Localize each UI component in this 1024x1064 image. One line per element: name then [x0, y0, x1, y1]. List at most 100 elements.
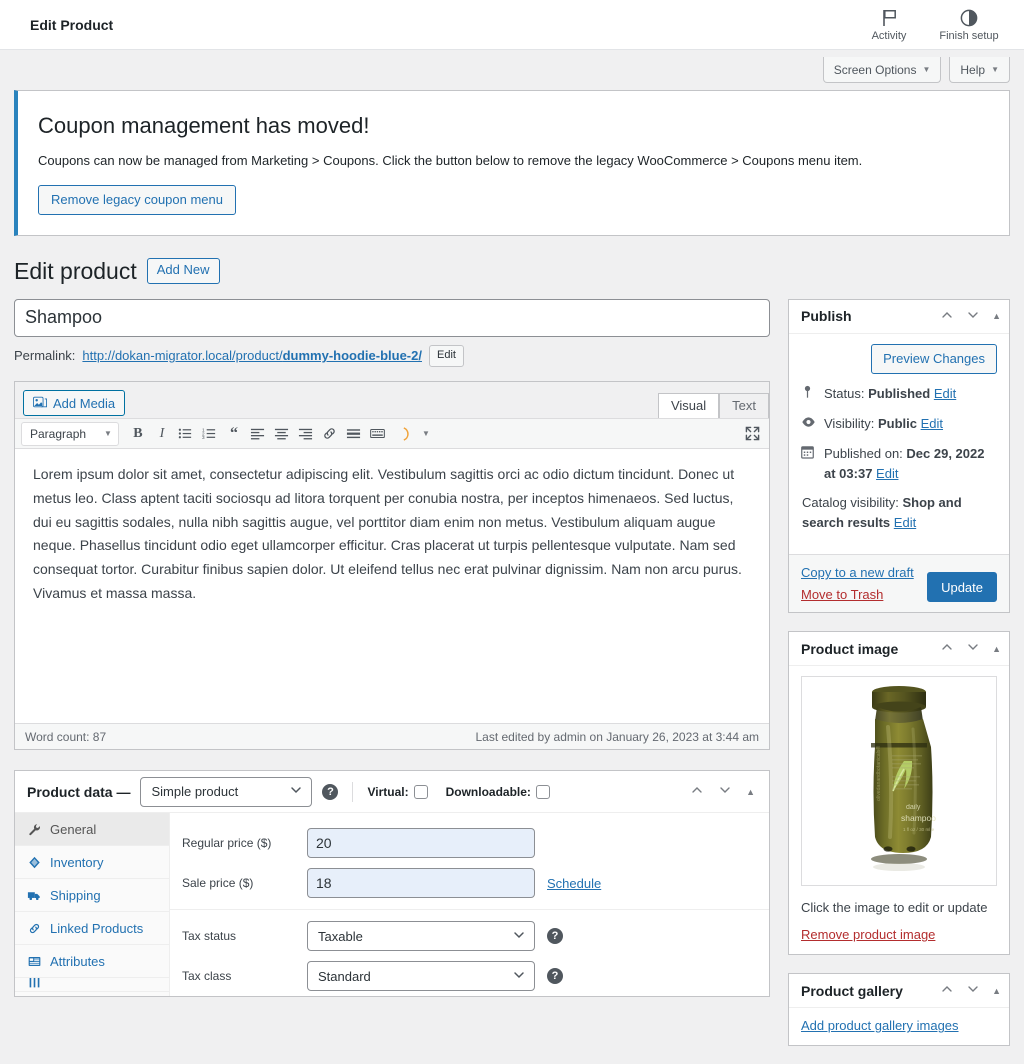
align-left-icon[interactable]	[247, 423, 269, 445]
collapse-panel-icon[interactable]: ▲	[992, 986, 1001, 996]
product-image-heading: Product image	[801, 641, 898, 657]
publish-action-links: Copy to a new draft Move to Trash	[801, 565, 914, 602]
sidebar-column: Publish ▲ Preview Changes	[788, 299, 1010, 1064]
downloadable-checkbox-row[interactable]: Downloadable:	[446, 785, 550, 799]
italic-icon[interactable]: I	[151, 423, 173, 445]
published-edit-link[interactable]: Edit	[876, 466, 898, 481]
virtual-label: Virtual:	[367, 785, 408, 799]
move-down-icon[interactable]	[966, 308, 980, 325]
wrench-icon	[27, 823, 41, 836]
regular-price-input[interactable]: 20	[307, 828, 535, 858]
move-up-icon[interactable]	[940, 982, 954, 999]
product-type-help-icon[interactable]: ?	[322, 784, 338, 800]
visibility-edit-link[interactable]: Edit	[921, 416, 943, 431]
move-up-icon[interactable]	[940, 640, 954, 657]
move-down-icon[interactable]	[966, 640, 980, 657]
product-data-tab-attributes[interactable]: Attributes	[15, 945, 169, 978]
product-data-tab-inventory[interactable]: Inventory	[15, 846, 169, 879]
bold-icon[interactable]: B	[127, 423, 149, 445]
collapse-panel-icon[interactable]: ▲	[992, 644, 1001, 654]
schedule-sale-link[interactable]: Schedule	[547, 876, 601, 891]
catalog-edit-link[interactable]: Edit	[894, 515, 916, 530]
publish-panel-controls: ▲	[940, 308, 1001, 325]
product-image-thumbnail[interactable]: olivedanandbotanicals® daily	[801, 676, 997, 886]
product-title-input[interactable]	[14, 299, 770, 337]
product-data-tab-general[interactable]: General	[15, 813, 169, 846]
product-gallery-heading: Product gallery	[801, 983, 903, 999]
pin-icon	[801, 384, 817, 405]
sale-price-input[interactable]: 18	[307, 868, 535, 898]
bulleted-list-icon[interactable]	[175, 423, 197, 445]
help-button[interactable]: Help ▼	[949, 57, 1010, 83]
chevron-down-icon	[512, 968, 526, 985]
editor-content[interactable]: Lorem ipsum dolor sit amet, consectetur …	[15, 449, 769, 723]
product-type-select[interactable]: Simple product	[140, 777, 312, 807]
product-type-value: Simple product	[151, 784, 238, 799]
finish-setup-button[interactable]: Finish setup	[938, 8, 1000, 42]
remove-product-image-link[interactable]: Remove product image	[801, 927, 935, 942]
svg-text:3: 3	[202, 435, 205, 440]
permalink-edit-button[interactable]: Edit	[429, 345, 464, 368]
downloadable-checkbox[interactable]	[536, 785, 550, 799]
toolbar-toggle-icon[interactable]	[391, 423, 413, 445]
move-down-icon[interactable]	[966, 982, 980, 999]
tax-class-help-icon[interactable]: ?	[547, 968, 563, 984]
publish-actions: Copy to a new draft Move to Trash Update	[789, 554, 1009, 612]
move-to-trash-link[interactable]: Move to Trash	[801, 587, 914, 602]
collapse-panel-icon[interactable]: ▲	[746, 787, 755, 797]
keyboard-shortcuts-icon[interactable]	[367, 423, 389, 445]
editor-mode-tabs: Visual Text	[658, 390, 769, 418]
activity-button[interactable]: Activity	[858, 8, 920, 42]
preview-changes-button[interactable]: Preview Changes	[871, 344, 997, 374]
product-image-hint: Click the image to edit or update	[801, 900, 997, 915]
align-right-icon[interactable]	[295, 423, 317, 445]
tab-visual[interactable]: Visual	[658, 393, 719, 418]
product-data-tab-advanced[interactable]	[15, 978, 169, 992]
copy-to-new-draft-link[interactable]: Copy to a new draft	[801, 565, 914, 580]
pricing-group: Regular price ($) 20 Sale price ($) 18 S…	[170, 823, 769, 903]
add-new-button[interactable]: Add New	[147, 258, 220, 284]
tax-status-row: Tax status Taxable ?	[182, 916, 757, 956]
screen-meta-bar: Screen Options ▼ Help ▼	[0, 50, 1024, 90]
status-edit-link[interactable]: Edit	[934, 386, 956, 401]
link-icon[interactable]	[319, 423, 341, 445]
tax-class-select[interactable]: Standard	[307, 961, 535, 991]
post-body-columns: Permalink: http://dokan-migrator.local/p…	[14, 299, 1010, 1064]
virtual-checkbox[interactable]	[414, 785, 428, 799]
read-more-icon[interactable]	[343, 423, 365, 445]
collapse-panel-icon[interactable]: ▲	[992, 311, 1001, 321]
tab-text[interactable]: Text	[719, 393, 769, 418]
add-media-button[interactable]: Add Media	[23, 390, 125, 416]
preview-row: Preview Changes	[801, 344, 997, 374]
update-button[interactable]: Update	[927, 572, 997, 602]
visibility-text: Visibility: Public Edit	[824, 414, 943, 435]
product-data-tab-linked-products[interactable]: Linked Products	[15, 912, 169, 945]
toolbar-more-caret-icon[interactable]: ▼	[415, 423, 437, 445]
blockquote-icon[interactable]: “	[223, 423, 245, 445]
activity-label: Activity	[872, 30, 907, 42]
move-down-icon[interactable]	[718, 783, 732, 800]
virtual-checkbox-row[interactable]: Virtual:	[367, 785, 427, 799]
paragraph-format-select[interactable]: Paragraph ▼	[21, 422, 119, 446]
permalink-link[interactable]: http://dokan-migrator.local/product/dumm…	[82, 348, 422, 363]
move-up-icon[interactable]	[940, 308, 954, 325]
screen-options-button[interactable]: Screen Options ▼	[823, 57, 942, 83]
main-column: Permalink: http://dokan-migrator.local/p…	[14, 299, 770, 998]
tax-status-label: Tax status	[182, 929, 307, 943]
tax-group: Tax status Taxable ? Tax c	[170, 916, 769, 996]
move-up-icon[interactable]	[690, 783, 704, 800]
product-gallery-panel-header: Product gallery ▲	[789, 974, 1009, 1008]
add-product-gallery-images-link[interactable]: Add product gallery images	[801, 1018, 959, 1033]
product-data-tab-shipping[interactable]: Shipping	[15, 879, 169, 912]
product-data-panel: Product data — Simple product ? Virtual:	[14, 770, 770, 997]
align-center-icon[interactable]	[271, 423, 293, 445]
half-circle-icon	[960, 8, 978, 28]
chevron-down-icon	[512, 928, 526, 945]
product-data-fields: Regular price ($) 20 Sale price ($) 18 S…	[170, 813, 769, 996]
numbered-list-icon[interactable]: 123	[199, 423, 221, 445]
distraction-free-icon[interactable]	[741, 423, 763, 445]
tax-status-help-icon[interactable]: ?	[547, 928, 563, 944]
tax-status-select[interactable]: Taxable	[307, 921, 535, 951]
remove-legacy-coupon-menu-button[interactable]: Remove legacy coupon menu	[38, 185, 236, 215]
product-image-panel: Product image ▲	[788, 631, 1010, 955]
